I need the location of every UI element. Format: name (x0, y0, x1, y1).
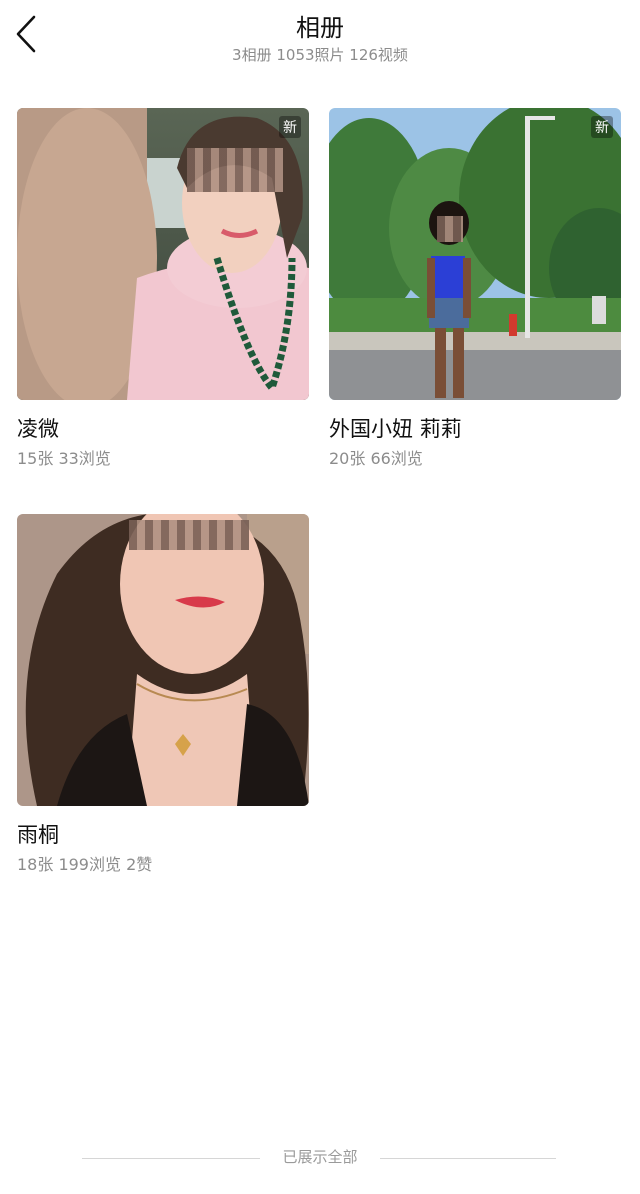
page-title: 相册 (296, 14, 344, 42)
face-blur (437, 216, 463, 242)
album-card[interactable]: 雨桐 18张 199浏览 2赞 (17, 514, 309, 876)
face-blur (129, 520, 249, 550)
album-stats: 18张 199浏览 2赞 (17, 855, 153, 874)
divider-right (380, 1158, 556, 1159)
face-blur (187, 148, 283, 192)
album-stats: 20张 66浏览 (329, 449, 423, 468)
album-cover-image (329, 108, 621, 400)
album-title: 凌微 (17, 417, 59, 441)
album-cover[interactable]: 新 (329, 108, 621, 400)
end-of-list: 已展示全部 (0, 1146, 640, 1172)
album-cover-image (17, 514, 309, 806)
header-bar: 相册 3相册 1053照片 126视频 (0, 0, 640, 80)
new-badge: 新 (591, 116, 613, 138)
album-cover[interactable]: 新 (17, 108, 309, 400)
album-card[interactable]: 新 凌微 15张 33浏览 (17, 108, 309, 470)
album-title: 雨桐 (17, 823, 59, 847)
album-card[interactable]: 新 外国小妞 莉莉 20张 66浏览 (329, 108, 621, 470)
new-badge: 新 (279, 116, 301, 138)
end-of-list-label: 已展示全部 (282, 1148, 358, 1166)
album-cover[interactable] (17, 514, 309, 806)
album-stats: 15张 33浏览 (17, 449, 111, 468)
album-title: 外国小妞 莉莉 (329, 417, 462, 441)
album-summary: 3相册 1053照片 126视频 (232, 46, 408, 64)
